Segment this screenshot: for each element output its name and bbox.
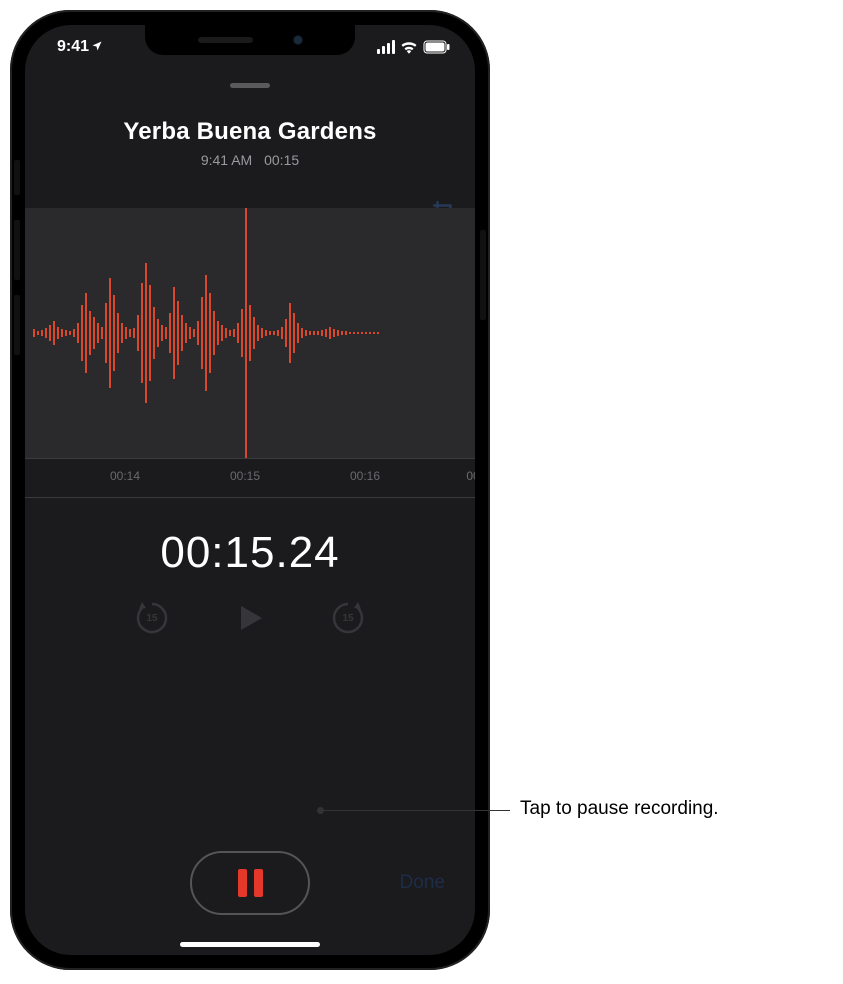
recording-sheet: Yerba Buena Gardens 9:41 AM 00:15 00:14 … bbox=[25, 69, 475, 955]
recording-time: 9:41 AM bbox=[201, 152, 252, 168]
notch bbox=[145, 25, 355, 55]
battery-icon bbox=[423, 40, 451, 54]
waveform-background bbox=[25, 208, 475, 458]
pause-icon bbox=[238, 869, 263, 897]
skip-forward-15-button[interactable]: 15 bbox=[328, 598, 368, 638]
ruler-tick: 00:15 bbox=[230, 469, 260, 483]
home-indicator[interactable] bbox=[180, 942, 320, 947]
callout-text: Tap to pause recording. bbox=[520, 798, 719, 820]
playhead[interactable] bbox=[245, 208, 247, 458]
wifi-icon bbox=[400, 40, 418, 54]
play-button[interactable] bbox=[232, 600, 268, 636]
ruler-tick: 00:14 bbox=[110, 469, 140, 483]
status-time: 9:41 bbox=[57, 38, 89, 56]
pause-recording-button[interactable] bbox=[190, 851, 310, 915]
time-ruler[interactable]: 00:14 00:15 00:16 00 bbox=[25, 458, 475, 498]
waveform-bars bbox=[25, 263, 379, 403]
recording-duration: 00:15 bbox=[264, 152, 299, 168]
front-camera bbox=[293, 35, 303, 45]
location-icon bbox=[91, 40, 103, 55]
elapsed-time: 00:15.24 bbox=[25, 528, 475, 578]
ruler-tick: 00:16 bbox=[350, 469, 380, 483]
cellular-signal-icon bbox=[377, 40, 395, 54]
ruler-tick: 00 bbox=[466, 469, 475, 483]
done-button[interactable]: Done bbox=[400, 872, 445, 894]
sheet-grabber[interactable] bbox=[230, 83, 270, 88]
skip-back-label: 15 bbox=[146, 613, 157, 624]
ringer-switch bbox=[14, 160, 20, 195]
side-button bbox=[480, 230, 486, 320]
screen: 9:41 Yerba Buena Gardens bbox=[25, 25, 475, 955]
playback-controls: 15 15 bbox=[25, 598, 475, 638]
earpiece-speaker bbox=[198, 37, 253, 43]
skip-back-15-button[interactable]: 15 bbox=[132, 598, 172, 638]
volume-down-button bbox=[14, 295, 20, 355]
waveform-area[interactable]: 00:14 00:15 00:16 00 bbox=[25, 208, 475, 498]
volume-up-button bbox=[14, 220, 20, 280]
recording-subtitle: 9:41 AM 00:15 bbox=[25, 152, 475, 168]
phone-frame: 9:41 Yerba Buena Gardens bbox=[10, 10, 490, 970]
skip-forward-label: 15 bbox=[342, 613, 353, 624]
callout-leader-line bbox=[320, 810, 510, 811]
recording-title[interactable]: Yerba Buena Gardens bbox=[25, 118, 475, 146]
